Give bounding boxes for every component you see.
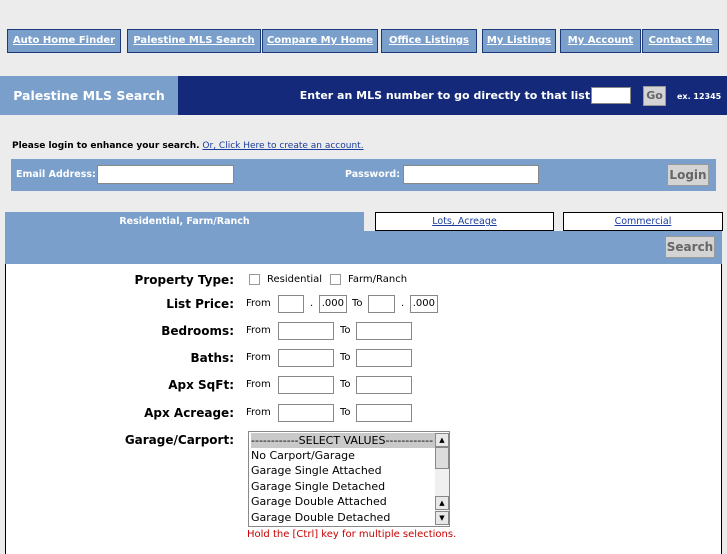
acreage-to-input[interactable] — [356, 404, 412, 422]
sqft-from-label: From — [246, 379, 271, 390]
nav-my-account[interactable]: My Account — [560, 29, 641, 53]
garage-label: Garage/Carport: — [124, 433, 234, 447]
login-bar: Email Address: Password: Login — [11, 159, 716, 191]
garage-option[interactable]: Garage Single Detached — [251, 479, 435, 494]
mls-number-input[interactable] — [591, 87, 631, 104]
bedrooms-label: Bedrooms: — [161, 324, 234, 338]
property-type-label: Property Type: — [134, 273, 234, 287]
search-form: Property Type: Residential Farm/Ranch Li… — [5, 264, 722, 554]
bedrooms-from-label: From — [246, 325, 271, 336]
baths-to-label: To — [340, 352, 351, 363]
tab-residential-farm-ranch[interactable]: Residential, Farm/Ranch — [5, 212, 364, 232]
sqft-to-label: To — [340, 379, 351, 390]
garage-option[interactable]: Garage Single Attached — [251, 463, 435, 478]
sqft-label: Apx SqFt: — [168, 378, 234, 392]
nav-auto-home-finder[interactable]: Auto Home Finder — [7, 29, 121, 53]
search-panel-header: Search — [5, 231, 722, 264]
sqft-row: Apx SqFt: From To — [6, 374, 721, 396]
scroll-up-icon[interactable]: ▲ — [435, 496, 449, 510]
acreage-row: Apx Acreage: From To — [6, 402, 721, 424]
baths-from-label: From — [246, 352, 271, 363]
acreage-to-label: To — [340, 407, 351, 418]
price-to-input[interactable] — [368, 295, 395, 313]
garage-carport-select[interactable]: ------------SELECT VALUES------------ No… — [248, 431, 450, 527]
baths-label: Baths: — [190, 351, 234, 365]
acreage-from-input[interactable] — [278, 404, 334, 422]
baths-row: Baths: From To — [6, 347, 721, 369]
nav-my-listings[interactable]: My Listings — [482, 29, 556, 53]
login-button[interactable]: Login — [667, 164, 709, 186]
garage-option[interactable]: Garage Double Attached — [251, 494, 435, 509]
search-button[interactable]: Search — [665, 236, 715, 258]
bedrooms-to-input[interactable] — [356, 322, 412, 340]
baths-from-input[interactable] — [278, 349, 334, 367]
price-to-dot: . — [401, 298, 405, 309]
list-price-label: List Price: — [166, 297, 234, 311]
nav-office-listings[interactable]: Office Listings — [381, 29, 477, 53]
list-price-row: List Price: From . .000 To . .000 — [6, 293, 721, 315]
tab-commercial[interactable]: Commercial — [563, 212, 723, 231]
password-field[interactable] — [403, 165, 539, 184]
nav-compare-my-home[interactable]: Compare My Home — [262, 29, 378, 53]
bedrooms-to-label: To — [340, 325, 351, 336]
bedrooms-from-input[interactable] — [278, 322, 334, 340]
price-from-dot: . — [310, 298, 314, 309]
mls-example: ex. 12345 — [677, 92, 722, 101]
bedrooms-row: Bedrooms: From To — [6, 320, 721, 342]
multi-select-hint: Hold the [Ctrl] key for multiple selecti… — [247, 529, 457, 540]
sqft-to-input[interactable] — [356, 376, 412, 394]
nav-contact-me[interactable]: Contact Me — [642, 29, 719, 53]
price-from-input[interactable] — [278, 295, 304, 313]
garage-option[interactable]: ------------SELECT VALUES------------ — [251, 433, 435, 448]
price-to-label: To — [352, 298, 363, 309]
garage-option[interactable]: Garage Double Detached — [251, 510, 435, 525]
password-label: Password: — [345, 169, 401, 180]
acreage-from-label: From — [246, 407, 271, 418]
section-title: Palestine MLS Search — [0, 76, 178, 115]
login-message-row: Please login to enhance your search. Or,… — [12, 141, 364, 151]
price-from-label: From — [246, 298, 271, 309]
baths-to-input[interactable] — [356, 349, 412, 367]
sqft-from-input[interactable] — [278, 376, 334, 394]
scroll-thumb[interactable] — [435, 447, 449, 469]
login-message: Please login to enhance your search. — [12, 141, 200, 151]
go-button[interactable]: Go — [643, 86, 666, 106]
price-from-thousands: .000 — [319, 295, 347, 313]
property-type-row: Property Type: Residential Farm/Ranch — [6, 269, 721, 291]
scroll-up-icon[interactable]: ▲ — [435, 433, 449, 447]
tab-lots-acreage[interactable]: Lots, Acreage — [375, 212, 554, 231]
farm-ranch-option-label: Farm/Ranch — [348, 274, 408, 285]
nav-palestine-mls-search[interactable]: Palestine MLS Search — [127, 29, 261, 53]
garage-option[interactable]: No Carport/Garage — [251, 448, 435, 463]
farm-ranch-checkbox[interactable] — [330, 274, 341, 285]
price-to-thousands: .000 — [410, 295, 438, 313]
listbox-scrollbar[interactable]: ▲ ▲ ▼ — [435, 433, 449, 525]
email-field[interactable] — [97, 165, 234, 184]
residential-checkbox[interactable] — [249, 274, 260, 285]
create-account-link[interactable]: Or, Click Here to create an account. — [202, 141, 363, 151]
mls-prompt: Enter an MLS number to go directly to th… — [299, 89, 614, 102]
residential-option-label: Residential — [267, 274, 323, 285]
acreage-label: Apx Acreage: — [144, 406, 234, 420]
scroll-down-icon[interactable]: ▼ — [435, 511, 449, 525]
email-label: Email Address: — [16, 169, 96, 180]
